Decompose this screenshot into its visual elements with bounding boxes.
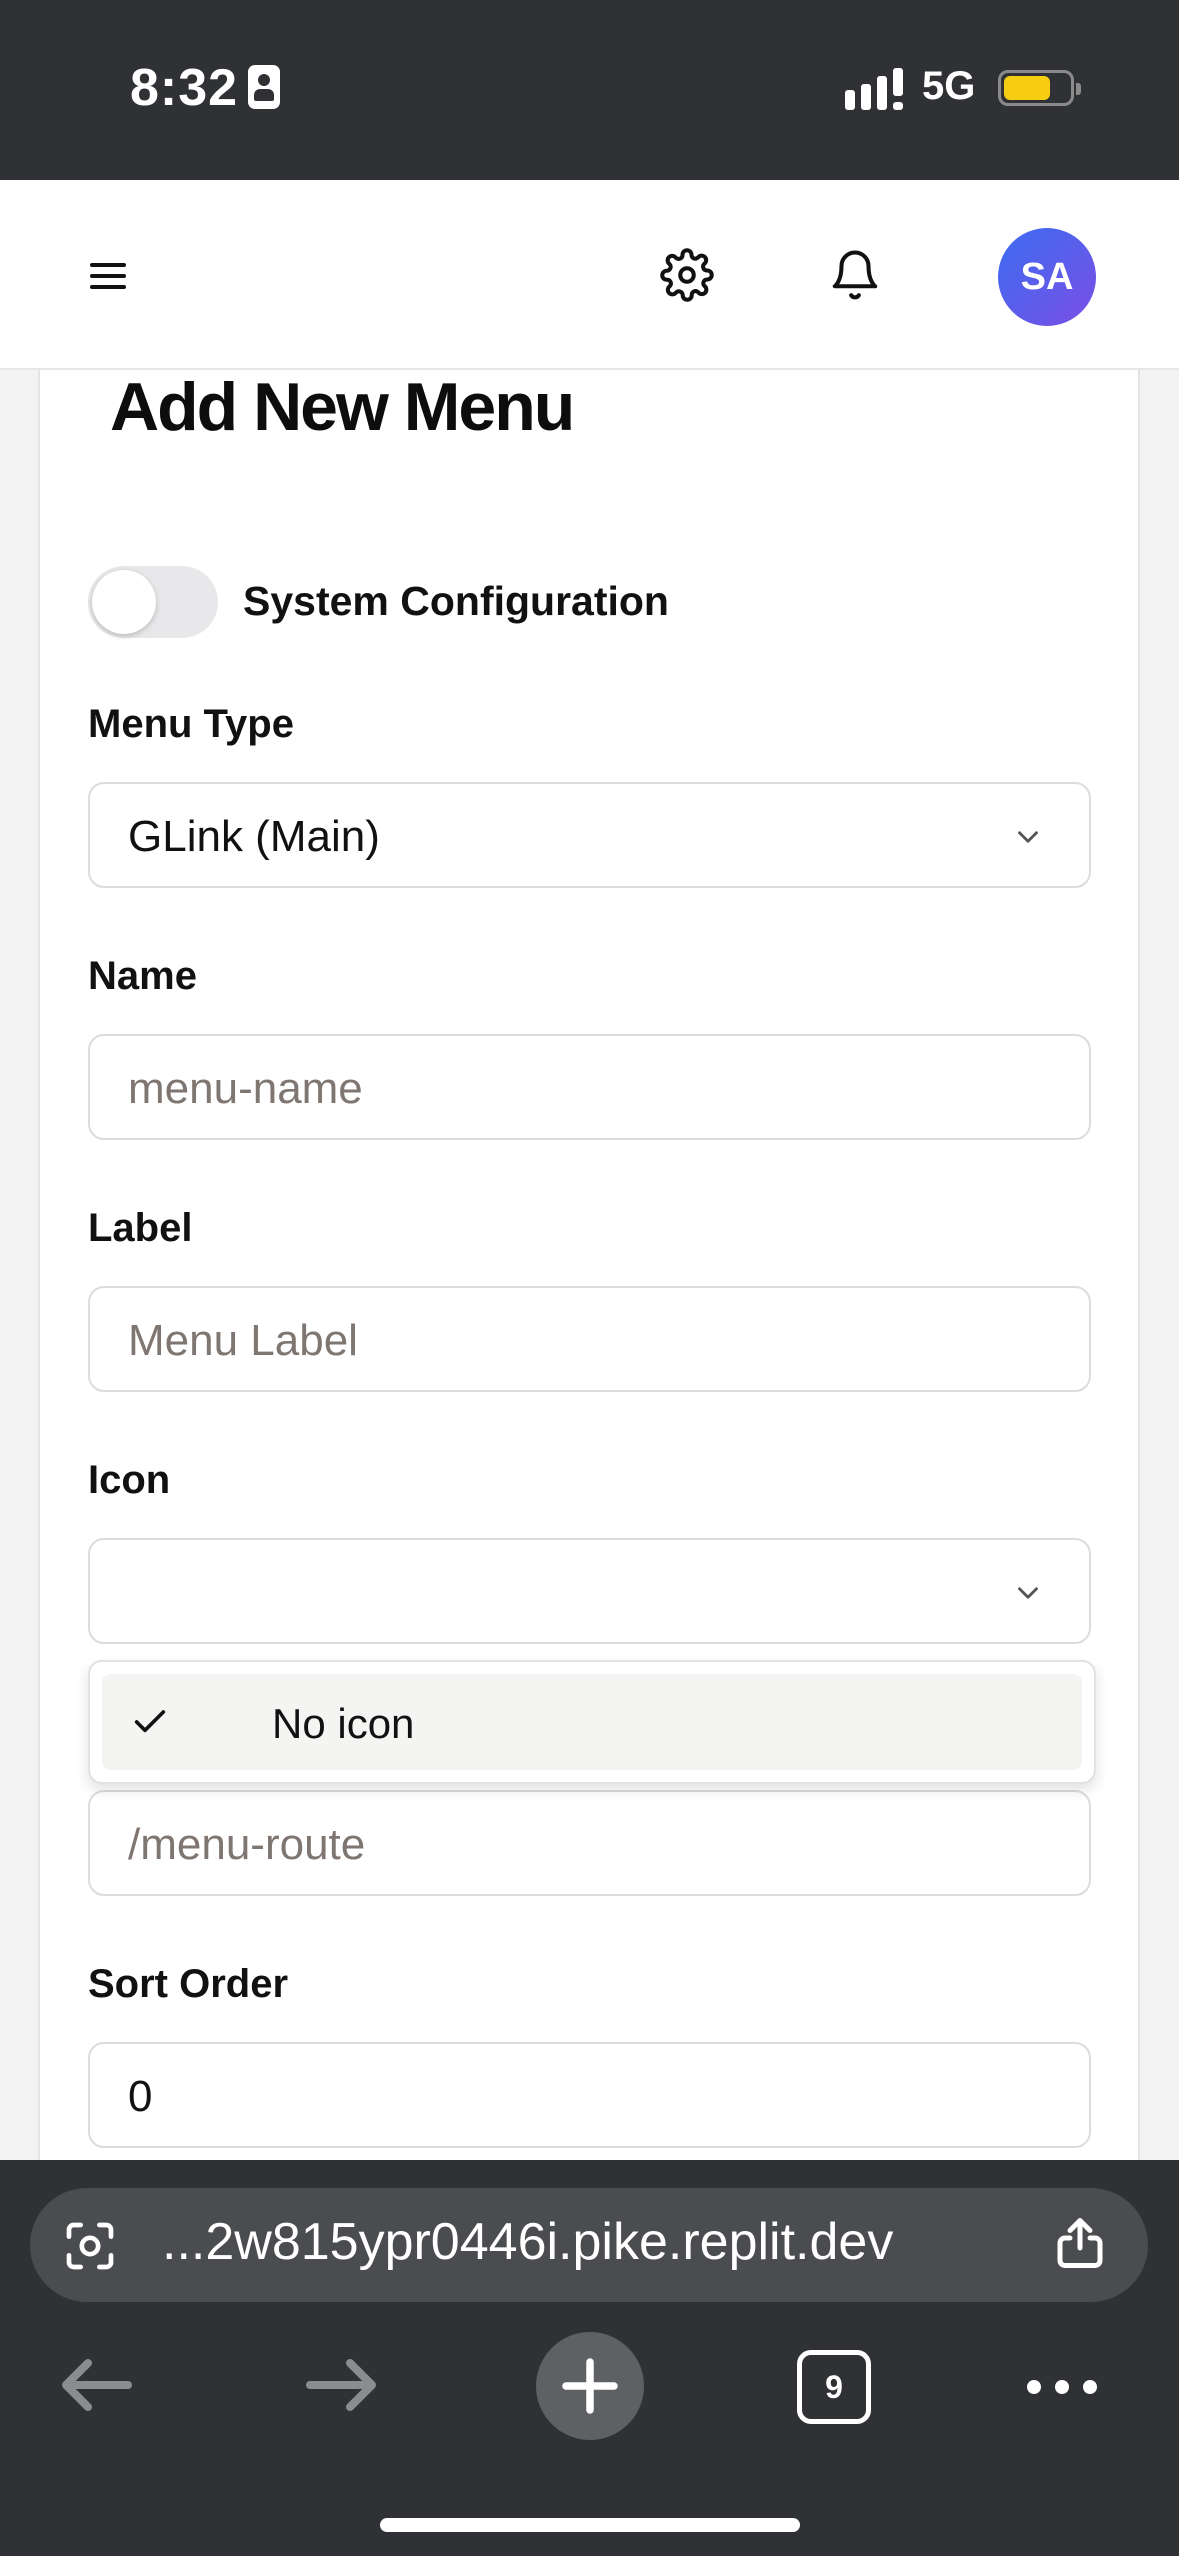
system-configuration-label: System Configuration xyxy=(243,578,669,624)
label-placeholder: Menu Label xyxy=(128,1316,358,1365)
check-icon xyxy=(134,1710,166,1733)
network-type: 5G xyxy=(922,64,976,108)
menu-type-label: Menu Type xyxy=(88,702,294,746)
icon-select[interactable] xyxy=(88,1538,1091,1644)
hamburger-menu-icon[interactable] xyxy=(88,256,128,296)
avatar[interactable]: SA xyxy=(998,228,1096,326)
sort-order-value: 0 xyxy=(128,2072,153,2121)
status-time: 8:32 xyxy=(130,58,281,118)
toggle-knob xyxy=(92,570,156,634)
system-configuration-toggle[interactable] xyxy=(88,566,218,638)
bell-icon[interactable] xyxy=(828,248,882,302)
page-title: Add New Menu xyxy=(110,369,575,445)
dropdown-option-no-icon[interactable]: No icon xyxy=(102,1674,1082,1770)
signal-strength-icon xyxy=(845,68,903,110)
plus-icon xyxy=(562,2358,618,2414)
status-bar: 8:32 5G xyxy=(0,0,1179,180)
new-tab-button[interactable] xyxy=(536,2332,644,2440)
name-label: Name xyxy=(88,954,197,998)
icon-dropdown-menu: No icon xyxy=(88,1660,1096,1784)
page-scan-icon[interactable] xyxy=(62,2218,118,2274)
forward-arrow-icon[interactable] xyxy=(302,2355,382,2415)
chevron-down-icon xyxy=(1018,1587,1038,1599)
sort-order-input[interactable]: 0 xyxy=(88,2042,1091,2148)
battery-icon xyxy=(998,70,1081,106)
tab-switcher-button[interactable]: 9 xyxy=(797,2350,871,2424)
url-text[interactable]: ...2w815ypr0446i.pike.replit.dev xyxy=(162,2212,893,2272)
person-badge-icon xyxy=(248,65,281,110)
name-placeholder: menu-name xyxy=(128,1064,363,1113)
more-options-icon[interactable] xyxy=(1024,2372,1100,2402)
menu-type-value: GLink (Main) xyxy=(128,812,380,861)
label-input[interactable]: Menu Label xyxy=(88,1286,1091,1392)
icon-label: Icon xyxy=(88,1458,171,1502)
gear-icon[interactable] xyxy=(660,248,714,302)
name-input[interactable]: menu-name xyxy=(88,1034,1091,1140)
dropdown-option-label: No icon xyxy=(272,1700,415,1747)
back-arrow-icon[interactable] xyxy=(56,2355,136,2415)
sort-order-label: Sort Order xyxy=(88,1962,289,2006)
home-indicator[interactable] xyxy=(380,2518,800,2532)
share-icon[interactable] xyxy=(1050,2212,1110,2274)
label-label: Label xyxy=(88,1206,193,1250)
route-placeholder: /menu-route xyxy=(128,1820,366,1869)
menu-type-select[interactable]: GLink (Main) xyxy=(88,782,1091,888)
route-input[interactable]: /menu-route xyxy=(88,1790,1091,1896)
chevron-down-icon xyxy=(1018,831,1038,843)
